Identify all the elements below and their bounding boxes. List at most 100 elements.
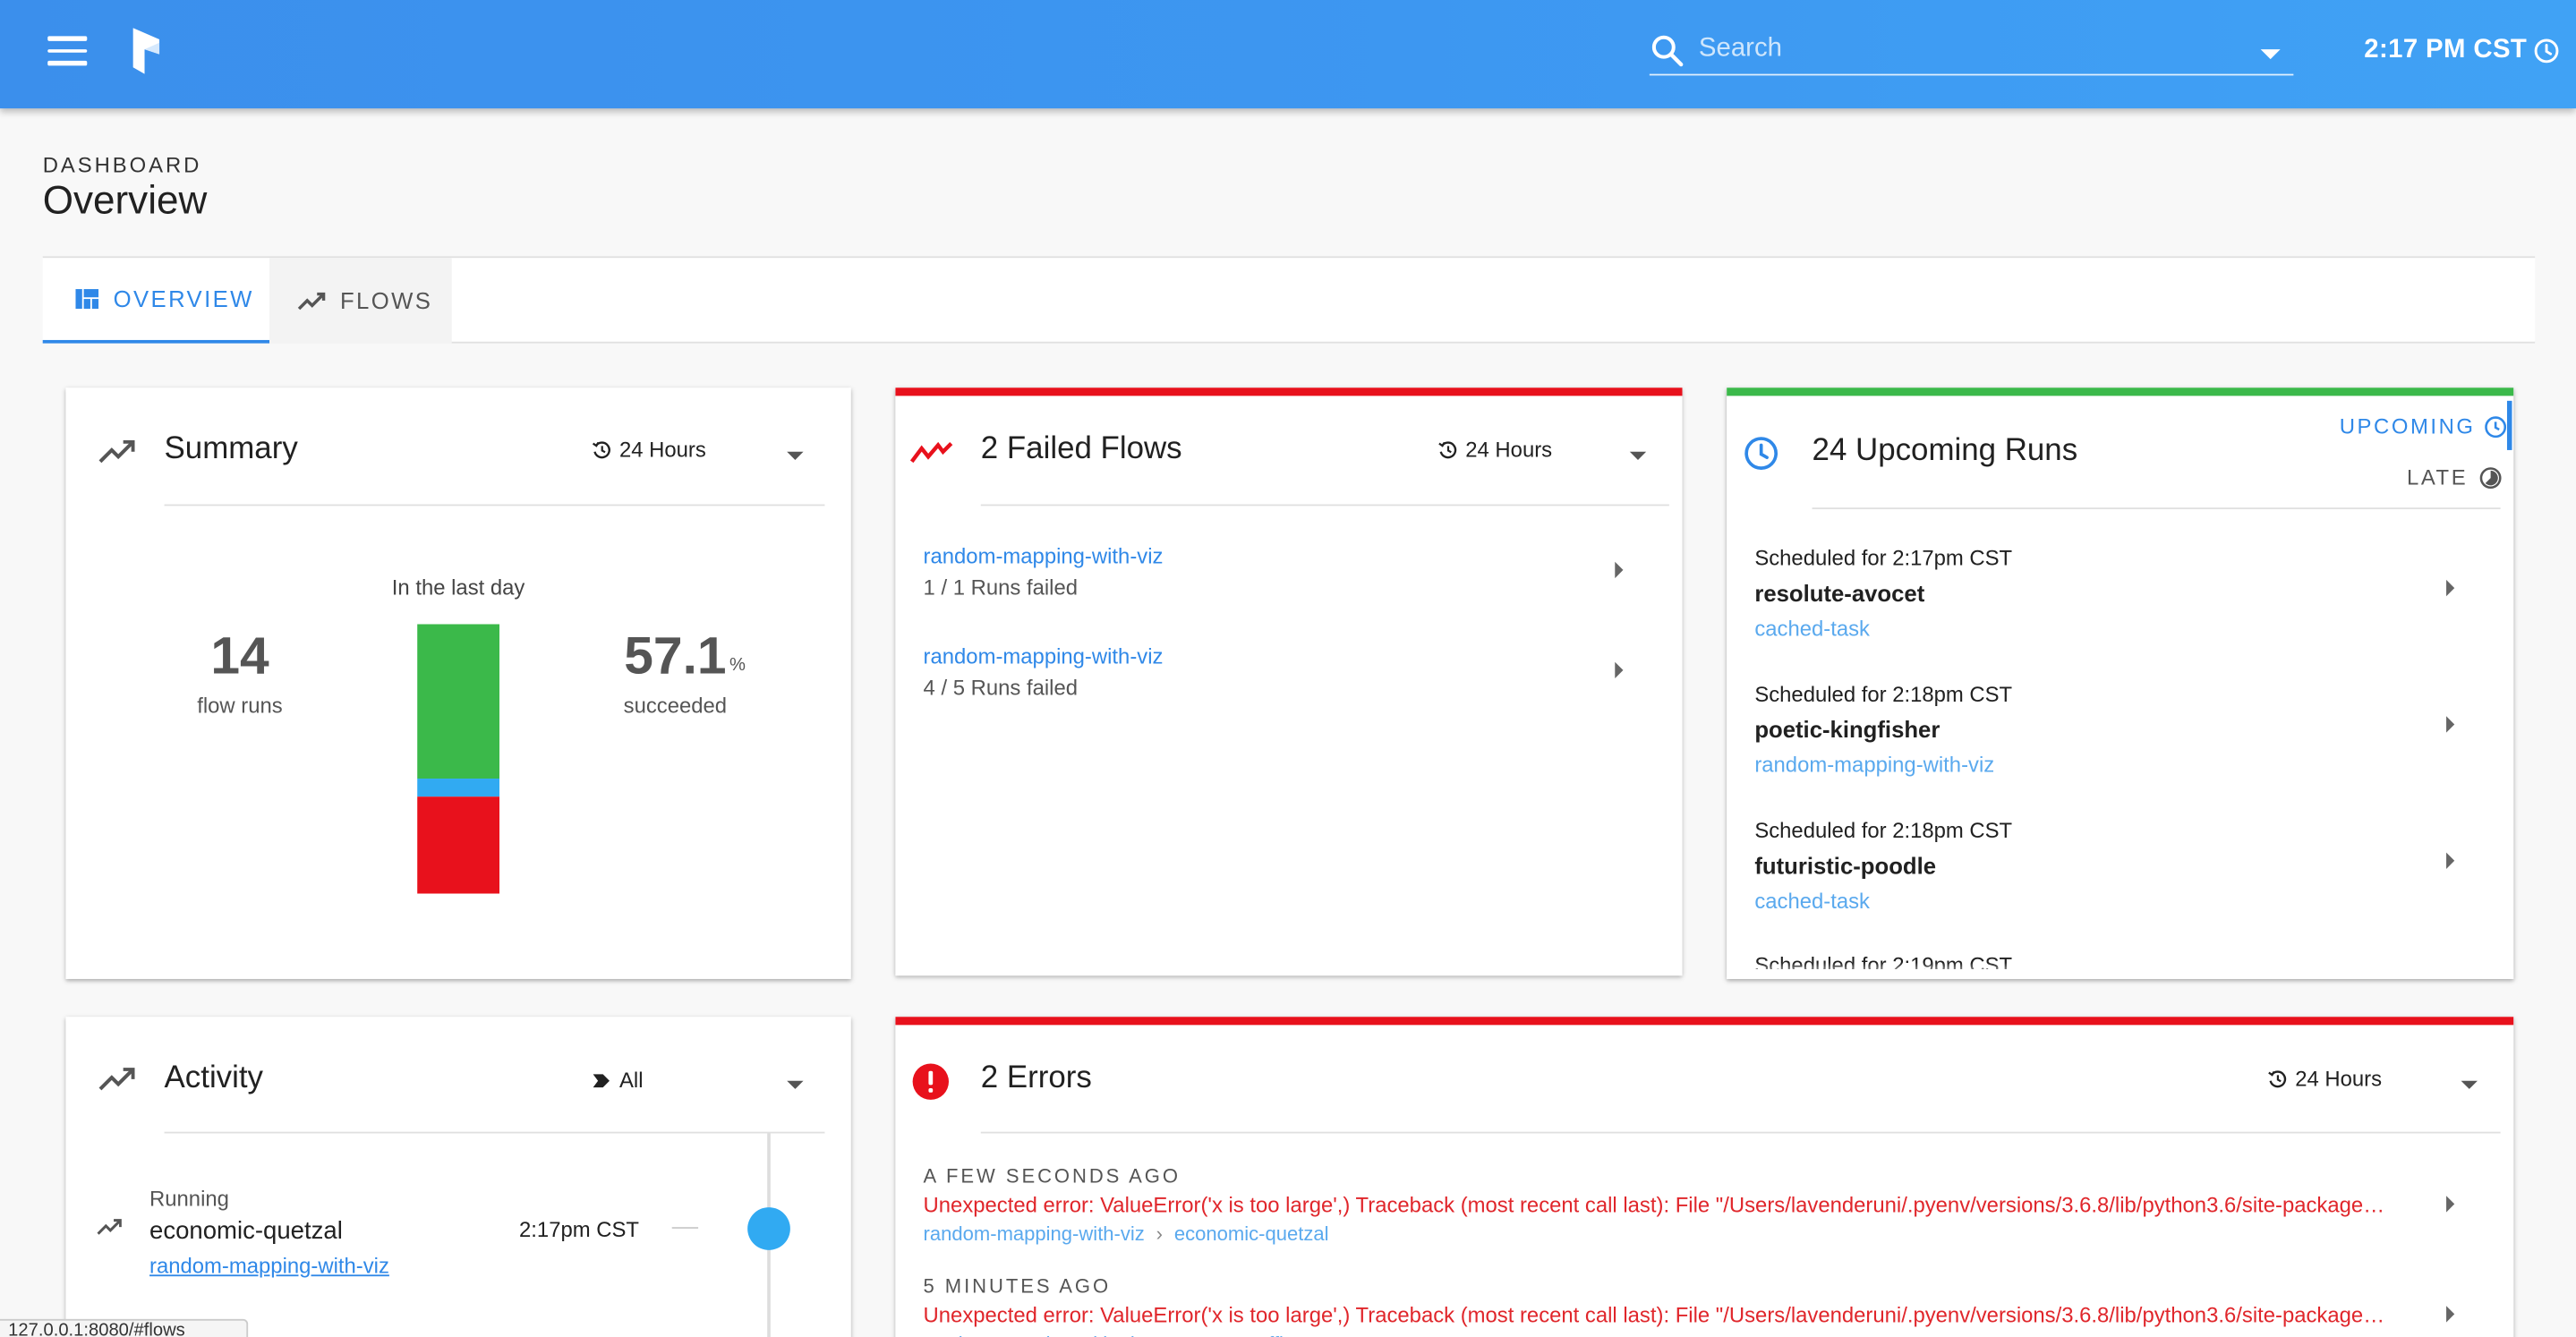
activity-flow-link[interactable]: random-mapping-with-viz [149, 1253, 389, 1278]
search-field[interactable] [1649, 26, 2294, 76]
flow-link[interactable]: cached-task [1754, 889, 2444, 914]
tab-overview-label: OVERVIEW [113, 285, 254, 312]
timelapse-icon [2479, 466, 2502, 489]
summary-range-select[interactable]: 24 Hours [592, 437, 706, 462]
scheduled-time: Scheduled for 2:18pm CST [1754, 818, 2013, 843]
clock-icon [1744, 437, 1778, 470]
trending-up-icon [297, 291, 326, 310]
chevron-right-icon[interactable] [2446, 1196, 2455, 1213]
running-dot[interactable] [747, 1207, 790, 1250]
summary-range-label: 24 Hours [618, 437, 706, 462]
run-name[interactable]: futuristic-poodle [1754, 853, 2444, 879]
chevron-right-icon[interactable] [2446, 852, 2455, 869]
late-toggle[interactable]: LATE [2407, 464, 2503, 490]
error-time: A FEW SECONDS AGO [923, 1164, 1181, 1188]
error-run-link[interactable]: economic-quetzal [1174, 1222, 1329, 1246]
chevron-right-icon[interactable] [2446, 716, 2455, 733]
timeline-connector [671, 1227, 699, 1229]
upcoming-toggle-label: UPCOMING [2339, 413, 2476, 439]
chevron-right-icon[interactable] [2446, 1306, 2455, 1323]
upcoming-run-item[interactable]: Scheduled for 2:18pm CST futuristic-pood… [1754, 818, 2444, 913]
summary-title: Summary [164, 431, 298, 467]
divider [164, 1131, 825, 1134]
clock-icon [2484, 415, 2506, 438]
run-name[interactable]: resolute-avocet [1754, 580, 2444, 606]
chevron-right-icon[interactable] [1615, 661, 1624, 679]
error-flow-link[interactable]: random-mapping-with-viz [924, 1333, 1145, 1337]
late-toggle-label: LATE [2407, 464, 2469, 490]
activity-filter-select[interactable]: All [592, 1068, 644, 1093]
tab-overview[interactable]: OVERVIEW [42, 258, 270, 344]
error-message[interactable]: Unexpected error: ValueError('x is too l… [924, 1303, 2386, 1328]
dashboard-icon [75, 289, 99, 310]
failed-status-bar [895, 387, 1683, 396]
error-run-link[interactable]: grumpy-puffin [1174, 1333, 1294, 1337]
trending-up-icon [98, 1068, 135, 1091]
failed-bar-segment [417, 796, 499, 894]
prefect-logo-icon[interactable] [130, 28, 163, 74]
clock-icon [2534, 38, 2559, 64]
scheduled-time: Scheduled for 2:18pm CST [1754, 681, 2013, 707]
activity-filter-caret-icon[interactable] [787, 1080, 804, 1089]
failed-flows-card: 2 Failed Flows 24 Hours random-mapping-w… [895, 387, 1683, 976]
search-dropdown-caret-icon[interactable] [2260, 49, 2281, 60]
failed-flow-item[interactable]: random-mapping-with-viz 1 / 1 Runs faile… [924, 544, 1647, 600]
upcoming-toggle[interactable]: UPCOMING [2340, 414, 2507, 439]
history-icon [1438, 440, 1457, 458]
activity-time: 2:17pm CST [519, 1217, 639, 1242]
label-icon [593, 1073, 610, 1087]
flow-runs-label: flow runs [197, 693, 283, 719]
scroll-fade [1727, 962, 2514, 979]
trending-up-icon [98, 439, 135, 464]
browser-status-url: 127.0.0.1:8080/#flows [0, 1318, 249, 1337]
error-message[interactable]: Unexpected error: ValueError('x is too l… [924, 1193, 2386, 1218]
tab-flows-label: FLOWS [339, 287, 433, 314]
toggle-active-indicator [2506, 400, 2512, 450]
activity-title: Activity [164, 1060, 264, 1096]
failed-flow-item[interactable]: random-mapping-with-viz 4 / 5 Runs faile… [924, 644, 1647, 700]
error-breadcrumb: random-mapping-with-viz › grumpy-puffin [924, 1333, 1295, 1337]
flow-runs-count: 14 [210, 626, 269, 686]
errors-range-label: 24 Hours [2295, 1066, 2383, 1091]
failed-status-bar [895, 1017, 2514, 1026]
search-icon[interactable] [1650, 33, 1685, 69]
failed-flow-name[interactable]: random-mapping-with-viz [924, 644, 1647, 669]
flow-link[interactable]: random-mapping-with-viz [1754, 753, 2444, 778]
error-time: 5 MINUTES AGO [923, 1274, 1112, 1299]
summary-caption: In the last day [391, 575, 525, 600]
failed-flows-title: 2 Failed Flows [980, 431, 1182, 467]
divider [980, 1131, 2501, 1134]
success-bar-segment [417, 624, 499, 779]
breadcrumb: DASHBOARD [42, 152, 202, 178]
trending-up-icon [97, 1219, 122, 1235]
errors-range-select[interactable]: 24 Hours [2267, 1066, 2382, 1091]
activity-filter-label: All [618, 1068, 644, 1093]
tab-bar: OVERVIEW FLOWS [42, 256, 2536, 344]
upcoming-run-item[interactable]: Scheduled for 2:17pm CST resolute-avocet… [1754, 545, 2444, 640]
page-title: Overview [42, 179, 208, 224]
search-input[interactable] [1698, 30, 2241, 70]
chevron-right-icon[interactable] [1615, 561, 1624, 579]
flow-link[interactable]: cached-task [1754, 616, 2444, 641]
activity-run-name[interactable]: economic-quetzal [149, 1217, 343, 1245]
run-name[interactable]: poetic-kingfisher [1754, 716, 2444, 742]
failed-range-select[interactable]: 24 Hours [1437, 437, 1552, 462]
upcoming-run-item[interactable]: Scheduled for 2:18pm CST poetic-kingfish… [1754, 682, 2444, 777]
failed-flow-name[interactable]: random-mapping-with-viz [924, 544, 1647, 569]
errors-range-caret-icon[interactable] [2461, 1080, 2478, 1089]
running-bar-segment [417, 779, 499, 797]
error-flow-link[interactable]: random-mapping-with-viz [924, 1222, 1145, 1246]
success-label: succeeded [623, 693, 728, 719]
tab-flows[interactable]: FLOWS [269, 258, 452, 344]
error-icon [912, 1063, 950, 1100]
clock: 2:17 PM CST [2364, 36, 2560, 65]
upcoming-runs-card: 24 Upcoming Runs UPCOMING LATE Scheduled… [1727, 387, 2514, 979]
hamburger-menu-icon[interactable] [47, 36, 88, 69]
clock-time: 2:17 PM CST [2364, 36, 2528, 64]
percent-unit: % [729, 655, 746, 676]
failed-range-caret-icon[interactable] [1629, 451, 1647, 460]
chevron-right-icon[interactable] [2446, 579, 2455, 597]
activity-status: Running [149, 1186, 229, 1211]
summary-range-caret-icon[interactable] [787, 451, 804, 460]
top-app-bar: 2:17 PM CST [0, 0, 2576, 109]
